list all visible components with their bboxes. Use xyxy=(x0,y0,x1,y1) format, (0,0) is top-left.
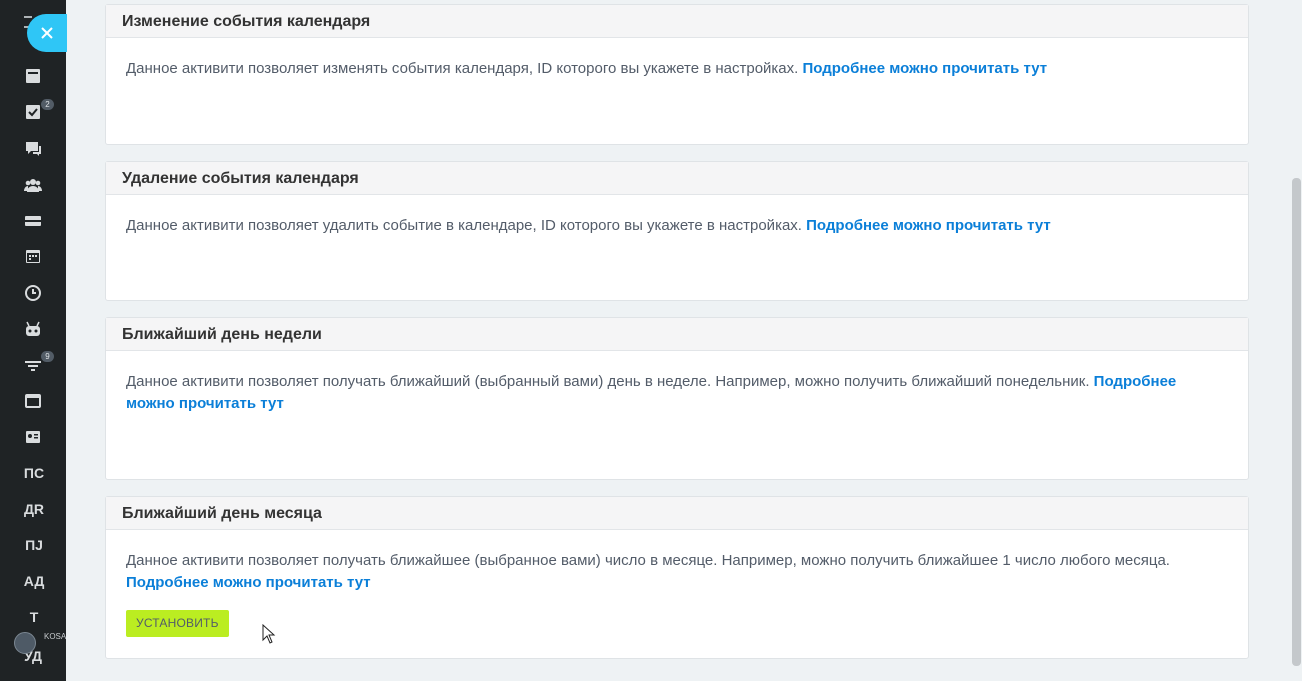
card-title: Ближайший день месяца xyxy=(106,497,1248,530)
activity-card: Удаление события календаря Данное активи… xyxy=(105,161,1249,301)
scrollbar-thumb[interactable] xyxy=(1292,178,1301,666)
robot-icon[interactable] xyxy=(24,321,42,337)
activity-card: Изменение события календаря Данное актив… xyxy=(105,4,1249,145)
calendar-icon[interactable] xyxy=(24,248,42,264)
main-content: Изменение события календаря Данное актив… xyxy=(66,0,1290,681)
read-more-link[interactable]: Подробнее можно прочитать тут xyxy=(806,217,1051,234)
tasks-icon[interactable] xyxy=(24,104,42,120)
mouse-cursor-icon xyxy=(262,624,276,644)
scrollbar[interactable] xyxy=(1290,0,1302,681)
sidebar-item-t[interactable]: Т xyxy=(14,609,54,625)
feed-icon[interactable] xyxy=(24,68,42,84)
read-more-link[interactable]: Подробнее можно прочитать тут xyxy=(802,60,1047,77)
tasks-badge: 2 xyxy=(41,99,54,110)
globe-icon xyxy=(14,632,36,654)
chat-icon[interactable] xyxy=(24,141,42,157)
card-description: Данное активити позволяет изменять событ… xyxy=(126,60,803,77)
sidebar-item-dr[interactable]: ДR xyxy=(14,501,54,517)
card-title: Изменение события календаря xyxy=(106,5,1248,38)
card-body: Данное активити позволяет получать ближа… xyxy=(106,530,1248,637)
activity-card: Ближайший день недели Данное активити по… xyxy=(105,317,1249,480)
sidebar-item-ps[interactable]: ПС xyxy=(14,465,54,481)
card-body: Данное активити позволяет изменять событ… xyxy=(106,38,1248,80)
install-button[interactable]: УСТАНОВИТЬ xyxy=(126,610,229,637)
activity-card: Ближайший день месяца Данное активити по… xyxy=(105,496,1249,659)
card-description: Данное активити позволяет получать ближа… xyxy=(126,373,1094,390)
card-body: Данное активити позволяет получать ближа… xyxy=(106,351,1248,415)
filter-icon[interactable] xyxy=(24,358,42,374)
close-slider-button[interactable] xyxy=(27,14,67,52)
read-more-link[interactable]: Подробнее можно прочитать тут xyxy=(126,574,371,591)
card-body: Данное активити позволяет удалить событи… xyxy=(106,195,1248,237)
sidebar-item-pj[interactable]: ПJ xyxy=(14,537,54,553)
contact-card-icon[interactable] xyxy=(24,429,42,445)
close-icon xyxy=(41,27,53,39)
clock-icon[interactable] xyxy=(24,285,42,301)
left-sidebar: 2 9 ПС ДR ПJ АД Т УД KOSA ВСЁ П xyxy=(0,0,67,681)
card-title: Ближайший день недели xyxy=(106,318,1248,351)
footer-label: KOSA ВСЁ П xyxy=(44,632,66,641)
sidebar-item-ad[interactable]: АД xyxy=(14,573,54,589)
crm-icon[interactable] xyxy=(24,213,42,229)
card-title: Удаление события календаря xyxy=(106,162,1248,195)
card-description: Данное активити позволяет получать ближа… xyxy=(126,552,1170,569)
card-description: Данное активити позволяет удалить событи… xyxy=(126,217,807,234)
window-icon[interactable] xyxy=(24,393,42,409)
groups-icon[interactable] xyxy=(24,177,42,193)
filter-badge: 9 xyxy=(41,351,54,362)
sidebar-footer[interactable]: УД KOSA ВСЁ П xyxy=(12,630,66,664)
